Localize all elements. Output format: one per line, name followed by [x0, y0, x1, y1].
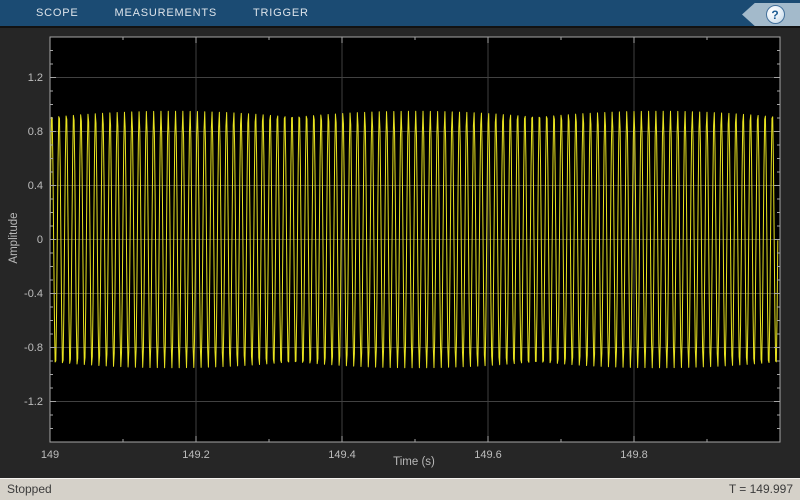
x-axis-label: Time (s) — [393, 456, 435, 468]
status-text: Stopped — [7, 482, 52, 496]
y-tick-label: -0.4 — [24, 288, 43, 300]
y-axis-label: Amplitude — [8, 212, 20, 264]
status-bar: Stopped T = 149.997 — [0, 478, 800, 500]
y-tick-label: 0.4 — [28, 180, 43, 192]
scope-plot[interactable]: 149 149.2 149.4 149.6 149.81.20.80.40-0.4-0.… — [0, 30, 800, 478]
y-tick-label: -0.8 — [24, 342, 43, 354]
y-tick-label: 0 — [37, 234, 43, 246]
y-tick-label: 1.2 — [28, 72, 43, 84]
time-scope-window: SCOPE MEASUREMENTS TRIGGER ? 149 149.2 149… — [0, 0, 800, 500]
y-tick-label: -1.2 — [24, 396, 43, 408]
help-banner: ? — [742, 3, 800, 26]
plot-region: 149 149.2 149.4 149.6 149.8 1.2 0.8 0.4 0 -0.4 -0.… — [0, 30, 800, 478]
toolbar: SCOPE MEASUREMENTS TRIGGER ? — [0, 0, 800, 28]
tab-measurements[interactable]: MEASUREMENTS — [115, 7, 218, 19]
y-tick-label: 0.8 — [28, 126, 43, 138]
tab-trigger[interactable]: TRIGGER — [253, 7, 309, 19]
time-readout: T = 149.997 — [728, 482, 793, 496]
question-icon: ? — [771, 7, 779, 22]
help-button[interactable]: ? — [765, 5, 785, 24]
tab-scope[interactable]: SCOPE — [36, 7, 79, 19]
